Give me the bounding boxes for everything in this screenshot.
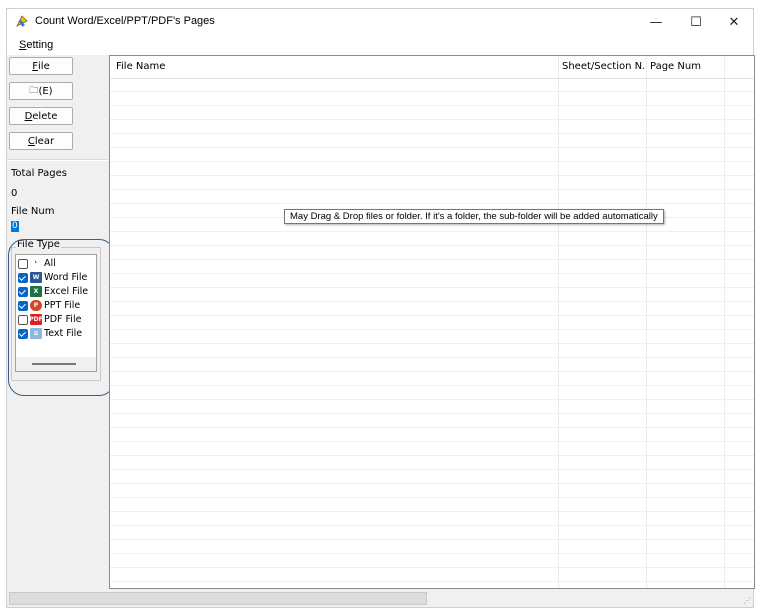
horizontal-scrollbar[interactable] [9, 592, 427, 605]
list-item[interactable]: P PPT File [18, 299, 80, 312]
drag-drop-tooltip: May Drag & Drop files or folder. If it's… [284, 209, 664, 224]
text-icon: ≡ [30, 328, 42, 339]
minimize-button[interactable]: — [635, 9, 677, 35]
title-bar: Count Word/Excel/PPT/PDF's Pages — ☐ ✕ [7, 9, 753, 36]
delete-button[interactable]: Delete [9, 107, 73, 125]
list-item-label: Text File [44, 328, 83, 339]
list-item[interactable]: X Excel File [18, 285, 88, 298]
text-checkbox[interactable] [18, 328, 28, 339]
maximize-button[interactable]: ☐ [675, 9, 717, 35]
all-icon: ᴸ [30, 258, 42, 269]
grid-rows [110, 78, 754, 588]
pdf-icon: PDF [29, 314, 43, 325]
list-item-label: All [44, 258, 56, 269]
all-checkbox[interactable] [18, 258, 28, 269]
clear-button-mnemonic: C [27, 135, 35, 147]
column-header-sheet-section[interactable]: Sheet/Section N... [562, 61, 644, 72]
clear-button[interactable]: Clear [9, 132, 73, 150]
file-button-label: ile [38, 60, 50, 72]
ppt-icon: P [30, 300, 42, 311]
file-button[interactable]: File [9, 57, 73, 75]
word-icon: W [30, 272, 42, 283]
list-item-label: PDF File [44, 314, 82, 325]
excel-checkbox[interactable] [18, 286, 28, 297]
word-checkbox[interactable] [18, 272, 28, 283]
open-folder-button[interactable]: 🗀 (E) [9, 82, 73, 100]
menu-bar: Setting [7, 35, 753, 55]
ppt-checkbox[interactable] [18, 300, 28, 311]
close-button[interactable]: ✕ [713, 9, 755, 35]
window-title: Count Word/Excel/PPT/PDF's Pages [35, 15, 215, 27]
column-divider [724, 56, 725, 588]
scrollbar-thumb[interactable] [32, 363, 76, 365]
menu-setting[interactable]: Setting [19, 39, 53, 51]
list-item[interactable]: W Word File [18, 271, 87, 284]
menu-setting-label: etting [26, 39, 54, 51]
list-item[interactable]: PDF PDF File [18, 313, 81, 326]
list-item-label: PPT File [44, 300, 81, 311]
file-type-list[interactable]: ᴸ All W Word File X Excel File P PPT Fil… [15, 254, 97, 372]
file-type-group: File Type ᴸ All W Word File X Excel File… [7, 239, 103, 383]
list-item-label: Word File [44, 272, 88, 283]
grid-header: File Name Sheet/Section N... Page Num [110, 56, 754, 79]
column-header-file-name[interactable]: File Name [116, 61, 546, 72]
file-type-label: File Type [16, 239, 61, 250]
status-bar: ⋰ [7, 589, 753, 607]
app-window: Count Word/Excel/PPT/PDF's Pages — ☐ ✕ S… [6, 8, 755, 608]
column-divider [646, 56, 647, 588]
clear-button-label: lear [34, 135, 55, 147]
column-header-page-num[interactable]: Page Num [650, 61, 720, 72]
file-num-value: 0 [11, 221, 19, 232]
pdf-checkbox[interactable] [18, 314, 28, 325]
divider [7, 159, 108, 161]
delete-button-mnemonic: D [24, 110, 33, 122]
total-pages-value: 0 [11, 188, 18, 199]
list-item[interactable]: ᴸ All [18, 257, 56, 270]
list-item[interactable]: ≡ Text File [18, 327, 82, 340]
file-num-label: File Num [11, 206, 55, 217]
excel-icon: X [30, 286, 42, 297]
list-scrollbar[interactable] [16, 357, 96, 371]
total-pages-label: Total Pages [11, 168, 67, 179]
delete-button-label: elete [32, 110, 58, 122]
column-divider [558, 56, 559, 588]
resize-grip-icon[interactable]: ⋰ [743, 596, 751, 605]
folder-icon: 🗀 [29, 86, 39, 96]
list-item-label: Excel File [44, 286, 89, 297]
open-folder-label: (E) [38, 85, 53, 97]
file-list-grid[interactable]: File Name Sheet/Section N... Page Num Ma… [109, 55, 755, 589]
app-icon [16, 15, 28, 27]
